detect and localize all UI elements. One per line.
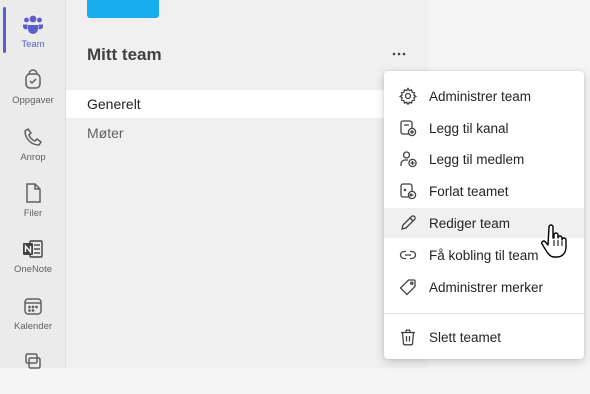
trash-icon — [398, 327, 418, 347]
onenote-icon — [21, 237, 45, 261]
rail-label: Anrop — [20, 152, 46, 163]
add-member-icon — [398, 149, 418, 169]
hand-cursor-icon — [540, 224, 568, 258]
menu-item-label: Slett teamet — [429, 329, 502, 345]
tasks-icon — [21, 68, 45, 92]
leave-team-icon — [398, 181, 418, 201]
menu-item-label: Forlat teamet — [429, 183, 509, 199]
menu-divider — [384, 313, 584, 314]
menu-item-delete-team[interactable]: Slett teamet — [384, 322, 584, 352]
menu-item-label: Administrer team — [429, 88, 532, 104]
team-name: Mitt team — [87, 45, 162, 64]
phone-icon — [21, 125, 45, 149]
menu-item-leave-team[interactable]: Forlat teamet — [384, 176, 584, 206]
rail-label: Filer — [23, 208, 43, 219]
rail-label: Team — [21, 39, 45, 50]
apps-icon — [21, 350, 45, 374]
channel-item-general[interactable]: Generelt — [66, 90, 396, 118]
rail-item-team[interactable]: Team — [0, 0, 66, 56]
more-options-button[interactable] — [388, 43, 410, 65]
menu-item-label: Legg til kanal — [429, 120, 509, 136]
add-channel-icon — [398, 118, 418, 138]
team-avatar[interactable] — [87, 0, 159, 18]
teams-icon — [21, 12, 45, 36]
channel-item-meetings[interactable]: Møter — [66, 119, 396, 147]
menu-item-add-channel[interactable]: Legg til kanal — [384, 113, 584, 143]
menu-item-add-member[interactable]: Legg til medlem — [384, 144, 584, 174]
team-options-menu: Administrer team Legg til kanal Legg til — [384, 71, 584, 359]
menu-item-manage-team[interactable]: Administrer team — [384, 81, 584, 111]
menu-item-label: Rediger team — [429, 215, 511, 231]
team-pane: Mitt team Generelt Møter — [66, 0, 428, 368]
menu-item-label: Få kobling til team — [429, 247, 539, 263]
tag-icon — [398, 277, 418, 297]
pencil-icon — [398, 213, 418, 233]
menu-item-label: Administrer merker — [429, 279, 544, 295]
calendar-icon — [21, 294, 45, 318]
rail-item-apps[interactable] — [0, 338, 66, 394]
rail-item-calendar[interactable]: Kalender — [0, 282, 66, 338]
gear-icon — [398, 86, 418, 106]
active-indicator — [3, 7, 6, 53]
rail-item-onenote[interactable]: OneNote — [0, 225, 66, 281]
menu-item-label: Legg til medlem — [429, 151, 525, 167]
menu-item-manage-tags[interactable]: Administrer merker — [384, 272, 584, 302]
file-icon — [21, 181, 45, 205]
rail-item-tasks[interactable]: Oppgaver — [0, 56, 66, 112]
rail-label: Kalender — [13, 321, 53, 332]
rail-item-files[interactable]: Filer — [0, 169, 66, 225]
rail-label: Oppgaver — [12, 95, 54, 106]
rail-item-calls[interactable]: Anrop — [0, 113, 66, 169]
rail-label: OneNote — [13, 264, 53, 275]
more-icon — [392, 52, 406, 56]
app-rail: Team Oppgaver Anrop Filer OneNote Kalend… — [0, 0, 66, 369]
link-icon — [398, 245, 418, 265]
